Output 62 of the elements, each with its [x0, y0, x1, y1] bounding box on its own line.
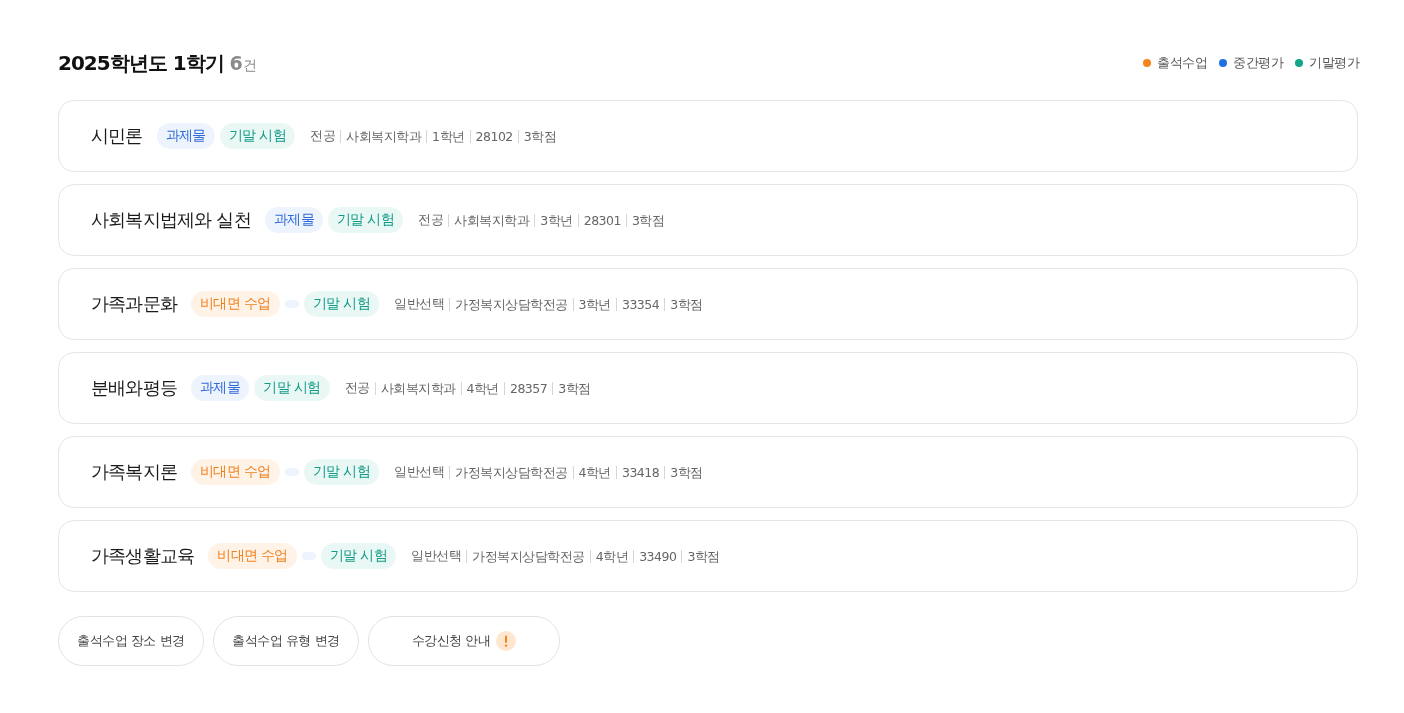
course-info-text: 3학년 [572, 297, 611, 311]
course-info-text: 28357 [503, 381, 548, 395]
final-exam-tag: 기말 시험 [303, 291, 379, 317]
final-exam-tag: 기말 시험 [219, 123, 296, 149]
course-name: 사회복지법제와 실천 [91, 208, 251, 232]
course-name: 가족과문화 [91, 292, 177, 316]
course-name: 시민론 [91, 124, 143, 148]
legend-label: 기말평가 [1309, 54, 1359, 72]
course-name: 분배와평등 [91, 376, 177, 400]
course-name: 가족생활교육 [91, 544, 195, 568]
legend-label: 출석수업 [1157, 54, 1207, 72]
course-card[interactable]: 분배와평등 과제물 기말 시험 전공 사회복지학과 4학년 28357 3학점 [58, 352, 1358, 424]
course-card[interactable]: 사회복지법제와 실천 과제물 기말 시험 전공 사회복지학과 3학년 28301 3학점 [58, 184, 1358, 256]
course-info-text: 3학점 [664, 465, 703, 479]
course-info-text: 3학년 [534, 213, 573, 227]
assignment-tag: 과제물 [191, 375, 250, 401]
course-info-text: 28301 [577, 213, 621, 227]
course-info-text: 일반선택 [411, 547, 462, 565]
course-info-text: 33490 [633, 549, 677, 563]
course-info-text: 33354 [615, 297, 660, 311]
course-card[interactable]: 가족복지론 비대면 수업 기말 시험 일반선택 가정복지상담학전공 4학년 33418 3학점 [58, 436, 1358, 508]
course-info-text: 사회복지학과 [340, 129, 422, 143]
course-info-text: 가정복지상담학전공 [466, 549, 585, 563]
course-info-text: 전공 [344, 379, 370, 397]
course-info-text: 가정복지상담학전공 [449, 297, 568, 311]
final-exam-tag: 기말 시험 [327, 207, 404, 233]
course-card[interactable]: 시민론 과제물 기말 시험 전공 사회복지학과 1학년 28102 3학점 [58, 100, 1358, 172]
course-info-text: 3학점 [664, 297, 703, 311]
course-info-text: 사회복지학과 [448, 213, 530, 227]
online-class-tag: 비대면 수업 [191, 459, 280, 485]
course-info-text: 일반선택 [394, 295, 444, 313]
course-info-text: 4학년 [572, 465, 611, 479]
action-button[interactable]: 출석수업 장소 변경 [58, 616, 204, 666]
action-button[interactable]: 수강신청 안내 [368, 616, 560, 666]
final-exam-tag: 기말 시험 [254, 375, 330, 401]
course-info-text: 전공 [310, 127, 336, 145]
online-class-tag: 비대면 수업 [208, 543, 297, 569]
legend-label: 중간평가 [1233, 54, 1283, 72]
semester-title: 2025학년도 1학기 [58, 49, 224, 77]
course-info-text: 가정복지상담학전공 [449, 465, 568, 479]
course-card[interactable]: 가족생활교육 비대면 수업 기말 시험 일반선택 가정복지상담학전공 4학년 33490 3학점 [58, 520, 1358, 592]
course-info-text: 33418 [615, 465, 660, 479]
count-text: 6건 [229, 51, 257, 75]
final-exam-tag: 기말 시험 [320, 543, 397, 569]
course-info-text: 28102 [469, 129, 513, 143]
course-info-text: 3학점 [552, 381, 591, 395]
course-info-text: 3학점 [681, 549, 720, 563]
assignment-tag: 과제물 [156, 123, 215, 149]
course-info-text: 사회복지학과 [374, 381, 456, 395]
course-info-text: 4학년 [589, 549, 629, 563]
course-info-text: 3학점 [625, 213, 665, 227]
final-exam-tag: 기말 시험 [303, 459, 379, 485]
course-info-text: 일반선택 [394, 463, 444, 481]
course-name: 가족복지론 [91, 460, 177, 484]
course-info-text: 3학점 [517, 129, 557, 143]
online-class-tag: 비대면 수업 [191, 291, 280, 317]
course-info-text: 전공 [418, 211, 444, 229]
action-button[interactable]: 출석수업 유형 변경 [213, 616, 359, 666]
assignment-tag: 과제물 [264, 207, 323, 233]
course-info-text: 4학년 [460, 381, 499, 395]
course-card[interactable]: 가족과문화 비대면 수업 기말 시험 일반선택 가정복지상담학전공 3학년 33354 3학점 [58, 268, 1358, 340]
course-info-text: 1학년 [426, 129, 465, 143]
